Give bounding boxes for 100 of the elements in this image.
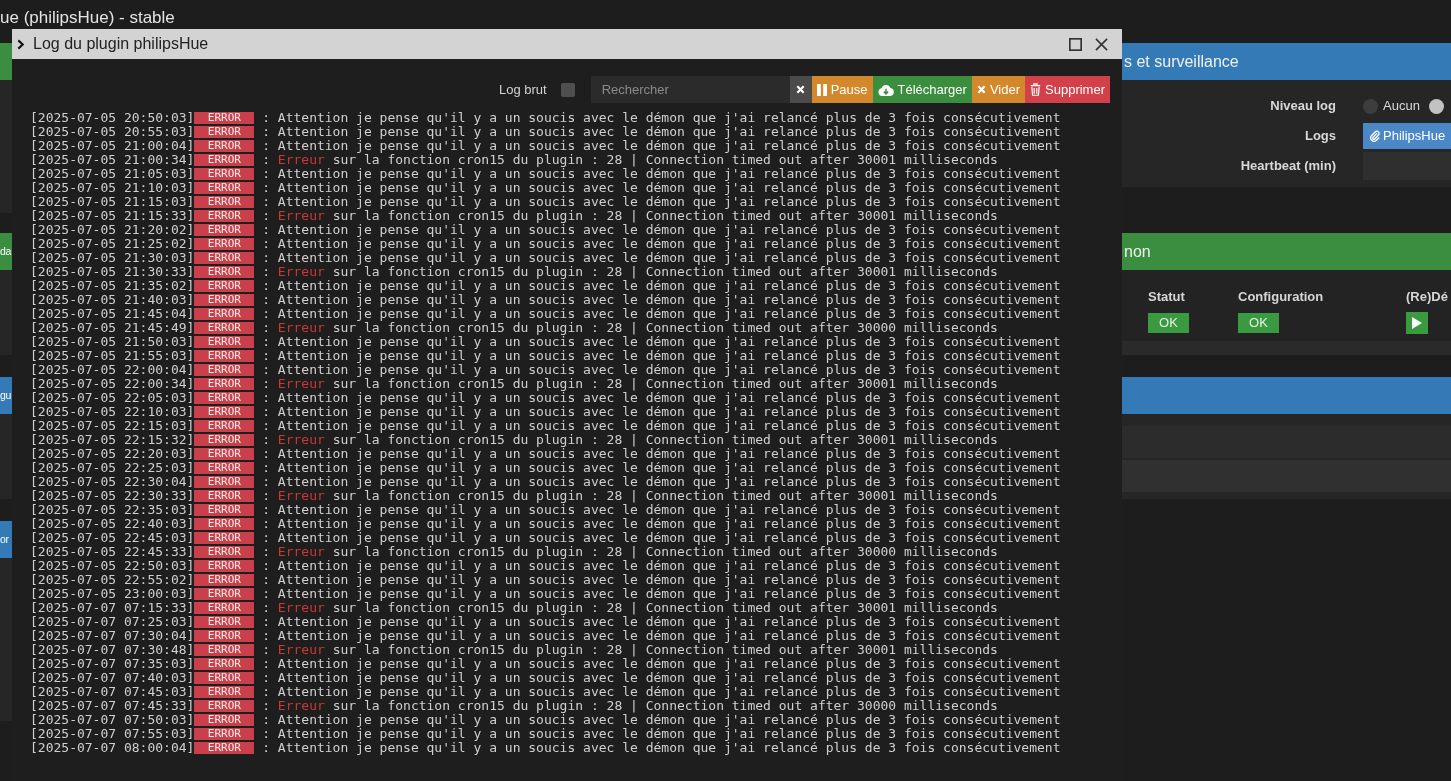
field-label: Niveau log (1270, 97, 1336, 116)
log-level-badge: ERROR (194, 266, 255, 278)
log-message: : Erreur sur la fonction cron15 du plugin : 28 | Connection timed out after 30001 milliseconds (262, 433, 998, 447)
log-message: : Attention je pense qu'il y a un soucis avec le démon que j'ai relancé plus de 3 fois consécutivement (262, 251, 1061, 265)
log-message: : Attention je pense qu'il y a un soucis avec le démon que j'ai relancé plus de 3 fois consécutivement (262, 727, 1061, 741)
log-message: : Erreur sur la fonction cron15 du plugin : 28 | Connection timed out after 30000 milliseconds (262, 321, 998, 335)
log-timestamp: [2025-07-05 21:45:04] (30, 307, 195, 321)
log-timestamp: [2025-07-07 07:35:03] (30, 657, 195, 671)
panel-header: da (0, 233, 12, 270)
status-badge: OK (1148, 313, 1189, 333)
log-timestamp: [2025-07-05 21:30:33] (30, 265, 195, 279)
log-timestamp: [2025-07-05 21:05:03] (30, 167, 195, 181)
log-file-button[interactable]: PhilipsHue (1363, 123, 1451, 149)
log-message: : Erreur sur la fonction cron15 du plugin : 28 | Connection timed out after 30001 milliseconds (262, 489, 998, 503)
log-message: : Attention je pense qu'il y a un soucis avec le démon que j'ai relancé plus de 3 fois consécutivement (262, 657, 1061, 671)
log-message: : Attention je pense qu'il y a un soucis avec le démon que j'ai relancé plus de 3 fois consécutivement (262, 475, 1061, 489)
log-level-badge: ERROR (194, 196, 255, 208)
log-timestamp: [2025-07-05 21:15:03] (30, 195, 195, 209)
radio-button[interactable] (1428, 98, 1444, 114)
delete-button[interactable]: Supprimer (1025, 76, 1110, 103)
log-level-badge: ERROR (194, 434, 255, 446)
log-message: : Erreur sur la fonction cron15 du plugin : 28 | Connection timed out after 30001 milliseconds (262, 265, 998, 279)
checkbox[interactable] (560, 82, 575, 97)
log-timestamp: [2025-07-05 21:50:03] (30, 335, 195, 349)
download-button[interactable]: Télécharger (872, 76, 972, 103)
log-level-badge: ERROR (194, 420, 255, 432)
log-message: : Attention je pense qu'il y a un soucis avec le démon que j'ai relancé plus de 3 fois consécutivement (262, 587, 1061, 601)
log-timestamp: [2025-07-05 22:50:03] (30, 559, 195, 573)
log-message: : Attention je pense qu'il y a un soucis avec le démon que j'ai relancé plus de 3 fois consécutivement (262, 405, 1061, 419)
log-level-badge: ERROR (194, 686, 255, 698)
log-timestamp: [2025-07-05 20:55:03] (30, 125, 195, 139)
log-timestamp: [2025-07-05 22:10:03] (30, 405, 195, 419)
log-timestamp: [2025-07-07 07:30:48] (30, 643, 195, 657)
log-level-badge: ERROR (194, 672, 255, 684)
log-level-badge: ERROR (194, 658, 255, 670)
log-message: : Attention je pense qu'il y a un soucis avec le démon que j'ai relancé plus de 3 fois consécutivement (262, 573, 1061, 587)
log-message: : Erreur sur la fonction cron15 du plugin : 28 | Connection timed out after 30001 milliseconds (262, 643, 998, 657)
log-message: : Attention je pense qu'il y a un soucis avec le démon que j'ai relancé plus de 3 fois consécutivement (262, 685, 1061, 699)
column-header: Configuration (1238, 288, 1324, 306)
log-message: : Attention je pense qu'il y a un soucis avec le démon que j'ai relancé plus de 3 fois consécutivement (262, 461, 1061, 475)
log-message: : Attention je pense qu'il y a un soucis avec le démon que j'ai relancé plus de 3 fois consécutivement (262, 111, 1061, 125)
search-field[interactable]: Rechercher (590, 76, 790, 103)
panel-header: non (1122, 233, 1451, 270)
log-level-badge: ERROR (194, 392, 255, 404)
log-message: : Attention je pense qu'il y a un soucis avec le démon que j'ai relancé plus de 3 fois consécutivement (262, 181, 1061, 195)
log-message: : Attention je pense qu'il y a un soucis avec le démon que j'ai relancé plus de 3 fois consécutivement (262, 139, 1061, 153)
clear-button[interactable]: Vider (971, 76, 1026, 103)
log-message: : Attention je pense qu'il y a un soucis avec le démon que j'ai relancé plus de 3 fois consécutivement (262, 615, 1061, 629)
pause-icon (816, 83, 827, 96)
log-level-badge: ERROR (194, 700, 255, 712)
log-timestamp: [2025-07-05 22:30:33] (30, 489, 195, 503)
radio-label[interactable]: Aucun (1383, 96, 1420, 116)
maximize-icon[interactable] (1069, 37, 1082, 51)
log-timestamp: [2025-07-07 07:40:03] (30, 671, 195, 685)
log-level-badge: ERROR (194, 476, 255, 488)
log-timestamp: [2025-07-07 07:45:33] (30, 699, 195, 713)
checkbox-label: Log brut (498, 80, 547, 99)
log-message: : Attention je pense qu'il y a un soucis avec le démon que j'ai relancé plus de 3 fois consécutivement (262, 307, 1061, 321)
log-timestamp: [2025-07-05 22:00:34] (30, 377, 195, 391)
log-timestamp: [2025-07-05 20:50:03] (30, 111, 195, 125)
log-level-badge: ERROR (194, 448, 255, 460)
log-timestamp: [2025-07-05 22:05:03] (30, 391, 195, 405)
log-timestamp: [2025-07-05 21:35:02] (30, 279, 195, 293)
log-level-badge: ERROR (194, 364, 255, 376)
log-level-badge: ERROR (194, 714, 255, 726)
panel-header: or (0, 521, 12, 558)
log-timestamp: [2025-07-05 22:45:03] (30, 531, 195, 545)
log-level-badge: ERROR (194, 616, 255, 628)
log-timestamp: [2025-07-07 07:45:03] (30, 685, 195, 699)
log-level-badge: ERROR (194, 602, 255, 614)
log-level-badge: ERROR (194, 224, 255, 236)
log-message: : Attention je pense qu'il y a un soucis avec le démon que j'ai relancé plus de 3 fois consécutivement (262, 741, 1061, 755)
clear-search-button[interactable] (789, 76, 812, 103)
cloud-download-icon (877, 83, 894, 96)
log-timestamp: [2025-07-05 22:40:03] (30, 517, 195, 531)
log-timestamp: [2025-07-05 23:00:03] (30, 587, 195, 601)
log-level-badge: ERROR (194, 560, 255, 572)
log-level-badge: ERROR (194, 210, 255, 222)
log-level-badge: ERROR (194, 140, 255, 152)
log-timestamp: [2025-07-05 22:20:03] (30, 447, 195, 461)
log-message: : Attention je pense qu'il y a un soucis avec le démon que j'ai relancé plus de 3 fois consécutivement (262, 167, 1061, 181)
pause-button[interactable]: Pause (811, 76, 873, 103)
log-level-badge: ERROR (194, 112, 255, 124)
dialog-title: Log du plugin philipsHue (33, 34, 209, 54)
log-level-badge: ERROR (194, 182, 255, 194)
log-level-badge: ERROR (194, 462, 255, 474)
play-button[interactable] (1406, 312, 1428, 334)
log-level-badge: ERROR (194, 126, 255, 138)
log-level-badge: ERROR (194, 308, 255, 320)
close-icon[interactable] (1095, 37, 1108, 51)
log-timestamp: [2025-07-05 21:00:34] (30, 153, 195, 167)
log-message: : Attention je pense qu'il y a un soucis avec le démon que j'ai relancé plus de 3 fois consécutivement (262, 629, 1061, 643)
log-message: : Attention je pense qu'il y a un soucis avec le démon que j'ai relancé plus de 3 fois consécutivement (262, 195, 1061, 209)
log-message: : Erreur sur la fonction cron15 du plugin : 28 | Connection timed out after 30001 milliseconds (262, 209, 998, 223)
log-level-badge: ERROR (194, 518, 255, 530)
log-timestamp: [2025-07-05 22:30:04] (30, 475, 195, 489)
trash-icon (1030, 83, 1042, 96)
panel-header: gu (0, 377, 12, 414)
log-level-badge: ERROR (194, 294, 255, 306)
log-message: : Attention je pense qu'il y a un soucis avec le démon que j'ai relancé plus de 3 fois consécutivement (262, 223, 1061, 237)
